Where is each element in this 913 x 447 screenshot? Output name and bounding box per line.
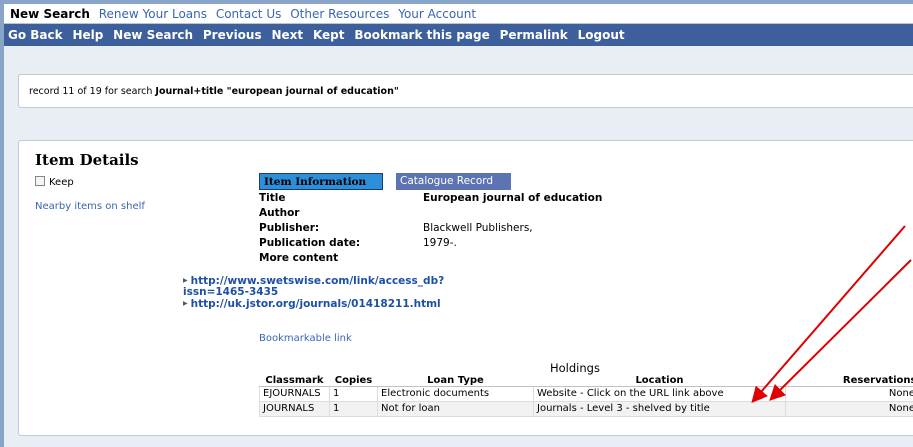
holdings-header-row: Classmark Copies Loan Type Location Rese… bbox=[259, 375, 913, 387]
kept-button[interactable]: Kept bbox=[313, 28, 345, 42]
bookmarkable-link[interactable]: Bookmarkable link bbox=[259, 333, 352, 344]
publisher-value: Blackwell Publishers, bbox=[423, 222, 533, 234]
cell-copies: 1 bbox=[329, 401, 378, 417]
cell-classmark: EJOURNALS bbox=[259, 386, 330, 402]
previous-button[interactable]: Previous bbox=[203, 28, 262, 42]
pubdate-value: 1979-. bbox=[423, 237, 457, 249]
nav-other-resources[interactable]: Other Resources bbox=[290, 7, 389, 21]
record-query: Journal+title "european journal of educa… bbox=[155, 86, 399, 97]
col-reservations: Reservations bbox=[785, 375, 913, 387]
more-content-label: More content bbox=[259, 252, 339, 264]
nav-new-search[interactable]: New Search bbox=[10, 7, 90, 21]
cell-copies: 1 bbox=[329, 386, 378, 402]
help-button[interactable]: Help bbox=[72, 28, 103, 42]
author-label: Author bbox=[259, 207, 300, 219]
cell-reservations: None bbox=[785, 386, 913, 402]
go-back-button[interactable]: Go Back bbox=[8, 28, 63, 42]
cell-loan-type: Not for loan bbox=[377, 401, 534, 417]
record-summary: record 11 of 19 for search Journal+title… bbox=[18, 74, 913, 108]
more-content-links: ▶ http://www.swetswise.com/link/access_db… bbox=[183, 275, 444, 310]
pubdate-label: Publication date: bbox=[259, 237, 361, 249]
permalink-button[interactable]: Permalink bbox=[500, 28, 568, 42]
nearby-items-link[interactable]: Nearby items on shelf bbox=[35, 201, 145, 212]
holdings-table: Classmark Copies Loan Type Location Rese… bbox=[259, 375, 913, 417]
field-publication-date: Publication date: 1979-. bbox=[259, 236, 819, 251]
bullet-icon: ▶ bbox=[183, 300, 188, 307]
item-fields: Title European journal of education Auth… bbox=[259, 191, 819, 266]
cell-loan-type: Electronic documents bbox=[377, 386, 534, 402]
new-search-button[interactable]: New Search bbox=[113, 28, 193, 42]
table-row: JOURNALS 1 Not for loan Journals - Level… bbox=[259, 401, 913, 417]
col-copies: Copies bbox=[329, 375, 378, 387]
action-toolbar: Go Back Help New Search Previous Next Ke… bbox=[4, 24, 913, 46]
item-details-panel: Item Details Keep Nearby items on shelf … bbox=[18, 140, 913, 436]
field-author: Author bbox=[259, 206, 819, 221]
jstor-link-text[interactable]: http://uk.jstor.org/journals/01418211.ht… bbox=[191, 298, 441, 310]
publisher-label: Publisher: bbox=[259, 222, 320, 234]
keep-label: Keep bbox=[49, 177, 74, 188]
tab-catalogue-record[interactable]: Catalogue Record bbox=[396, 173, 511, 190]
field-title: Title European journal of education bbox=[259, 191, 819, 206]
record-prefix: record 11 of 19 for search bbox=[29, 86, 156, 97]
jstor-link[interactable]: ▶ http://uk.jstor.org/journals/01418211.h… bbox=[183, 298, 444, 310]
title-label: Title bbox=[259, 192, 286, 204]
next-button[interactable]: Next bbox=[271, 28, 303, 42]
cell-location: Website - Click on the URL link above bbox=[533, 386, 786, 402]
bookmark-page-button[interactable]: Bookmark this page bbox=[354, 28, 489, 42]
title-value: European journal of education bbox=[423, 192, 603, 204]
table-row: EJOURNALS 1 Electronic documents Website… bbox=[259, 386, 913, 402]
field-publisher: Publisher: Blackwell Publishers, bbox=[259, 221, 819, 236]
nav-your-account[interactable]: Your Account bbox=[398, 7, 476, 21]
swetswise-link-cont[interactable]: issn=1465-3435 bbox=[183, 287, 444, 298]
bullet-icon: ▶ bbox=[183, 277, 188, 284]
tab-item-information[interactable]: Item Information bbox=[259, 173, 383, 190]
col-location: Location bbox=[533, 375, 786, 387]
col-loan-type: Loan Type bbox=[377, 375, 534, 387]
cell-classmark: JOURNALS bbox=[259, 401, 330, 417]
nav-contact-us[interactable]: Contact Us bbox=[216, 7, 282, 21]
holdings-heading: Holdings bbox=[550, 361, 600, 375]
cell-location: Journals - Level 3 - shelved by title bbox=[533, 401, 786, 417]
top-navigation: New Search Renew Your Loans Contact Us O… bbox=[4, 4, 913, 24]
cell-reservations: None bbox=[785, 401, 913, 417]
nav-renew-loans[interactable]: Renew Your Loans bbox=[99, 7, 207, 21]
keep-checkbox[interactable] bbox=[35, 176, 45, 186]
field-more-content: More content bbox=[259, 251, 819, 266]
logout-button[interactable]: Logout bbox=[578, 28, 625, 42]
col-classmark: Classmark bbox=[259, 375, 330, 387]
item-details-heading: Item Details bbox=[35, 151, 139, 169]
keep-option[interactable]: Keep bbox=[35, 176, 74, 189]
